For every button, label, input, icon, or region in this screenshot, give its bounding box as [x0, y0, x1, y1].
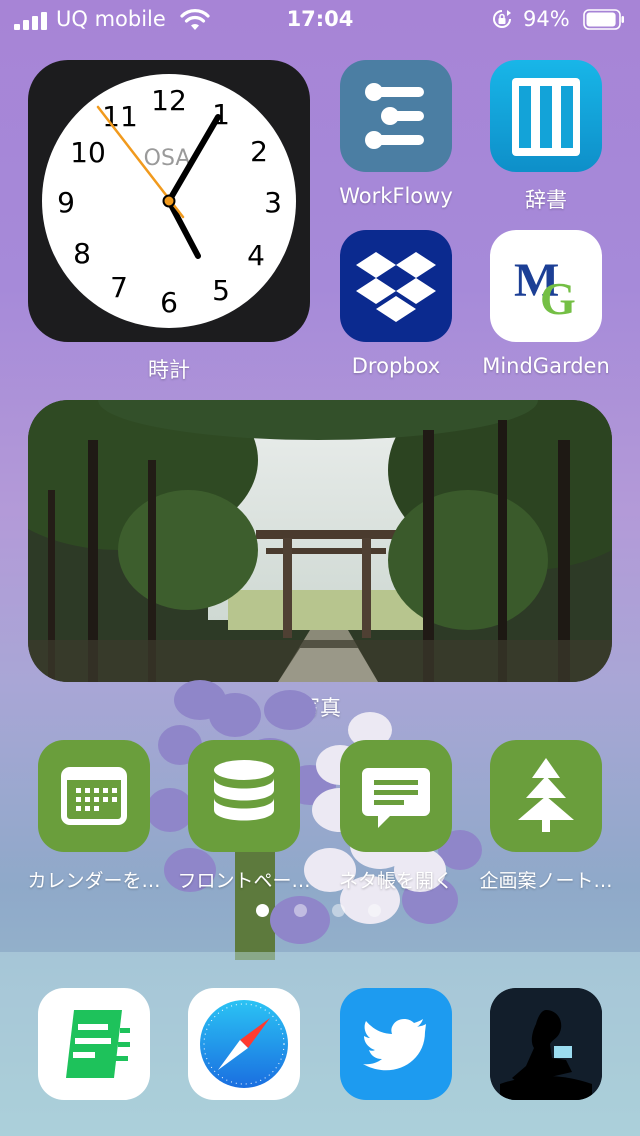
- calendar-shortcut-label: カレンダーを…: [27, 870, 161, 892]
- battery-icon: [583, 9, 624, 30]
- rotation-lock-icon: [493, 10, 511, 28]
- clock-number: 5: [212, 274, 230, 307]
- notes-app-icon: [66, 1010, 130, 1078]
- dictionary-icon: [512, 78, 580, 156]
- clock-number: 9: [57, 186, 75, 219]
- frontpage-shortcut[interactable]: [188, 740, 300, 852]
- clock-number: 7: [110, 271, 128, 304]
- page-dot[interactable]: [294, 904, 307, 917]
- mindgarden-label: MindGarden: [482, 354, 610, 378]
- message-icon: [362, 768, 430, 828]
- calendar-shortcut[interactable]: [38, 740, 150, 852]
- dropbox-app[interactable]: [340, 230, 452, 342]
- status-bar: UQ mobile 17:04 94%: [0, 0, 640, 40]
- clock-number: 2: [250, 135, 268, 168]
- page-dot[interactable]: [368, 904, 381, 917]
- clock-city: OSA: [144, 146, 191, 171]
- kikakuan-shortcut-label: 企画案ノート…: [479, 870, 613, 892]
- page-indicator[interactable]: [256, 904, 386, 918]
- workflowy-label: WorkFlowy: [339, 184, 453, 208]
- analog-clock-face: 12 1 2 3 4 5 6 7 8 9 10 11 OSA: [42, 74, 296, 328]
- notes-app[interactable]: [38, 988, 150, 1100]
- page-dot[interactable]: [332, 904, 345, 917]
- dictionary-app[interactable]: [490, 60, 602, 172]
- clock-number: 6: [160, 286, 178, 319]
- dropbox-label: Dropbox: [351, 354, 441, 378]
- netacho-shortcut[interactable]: [340, 740, 452, 852]
- battery-percent: 94%: [523, 7, 570, 31]
- twitter-icon: [363, 1019, 426, 1071]
- mindgarden-icon: M G: [514, 254, 576, 324]
- clock-number: 10: [70, 136, 106, 169]
- kikakuan-shortcut[interactable]: [490, 740, 602, 852]
- kindle-icon: [490, 988, 602, 1100]
- clock-number: 11: [102, 100, 138, 133]
- database-icon: [214, 760, 274, 821]
- clock-number: 3: [264, 186, 282, 219]
- kindle-app[interactable]: [490, 988, 602, 1100]
- calendar-icon: [61, 767, 127, 825]
- workflowy-icon: [365, 83, 424, 149]
- clock-number: 12: [151, 84, 187, 117]
- clock-number: 8: [73, 237, 91, 270]
- torii-photo: [28, 400, 612, 682]
- dropbox-icon: [356, 252, 436, 322]
- workflowy-app[interactable]: [340, 60, 452, 172]
- clock-widget-label: 時計: [148, 358, 190, 382]
- svg-text:G: G: [540, 273, 576, 324]
- mindgarden-app[interactable]: M G: [490, 230, 602, 342]
- tree-icon: [518, 758, 574, 832]
- page-dot[interactable]: [256, 904, 269, 917]
- netacho-shortcut-label: ネタ帳を開く: [338, 870, 453, 892]
- dictionary-label: 辞書: [525, 188, 567, 212]
- twitter-app[interactable]: [340, 988, 452, 1100]
- clock-number: 4: [247, 239, 265, 272]
- safari-icon: [200, 1000, 288, 1088]
- clock-widget[interactable]: 12 1 2 3 4 5 6 7 8 9 10 11 OSA: [28, 60, 310, 342]
- frontpage-shortcut-label: フロントペー…: [177, 870, 311, 892]
- safari-app[interactable]: [188, 988, 300, 1100]
- photos-widget[interactable]: [28, 400, 612, 682]
